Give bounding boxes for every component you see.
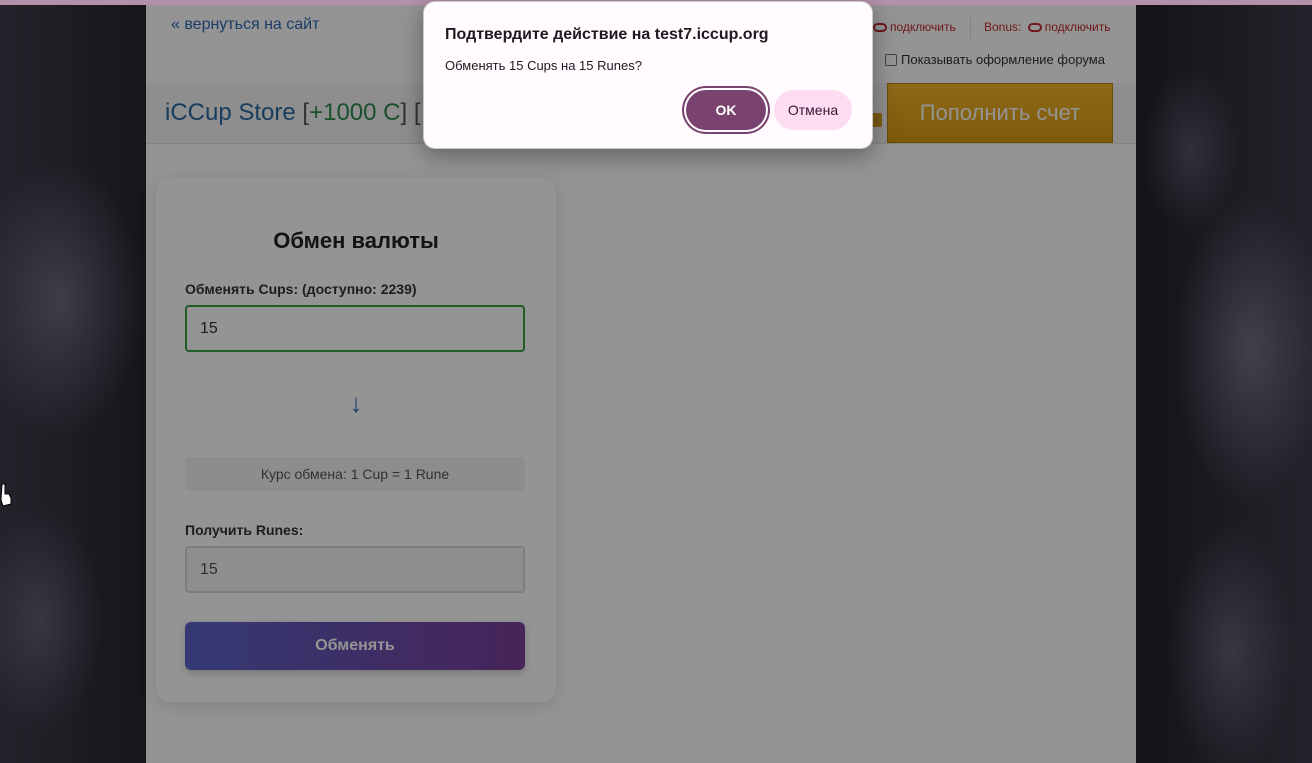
ok-button[interactable]: OK: [686, 90, 766, 130]
dialog-message: Обменять 15 Cups на 15 Runes?: [445, 58, 642, 73]
dialog-title: Подтвердите действие на test7.iccup.org: [445, 26, 769, 43]
confirm-dialog: Подтвердите действие на test7.iccup.org …: [423, 1, 873, 149]
cancel-button[interactable]: Отмена: [774, 90, 852, 130]
hand-cursor-icon: [0, 483, 12, 507]
